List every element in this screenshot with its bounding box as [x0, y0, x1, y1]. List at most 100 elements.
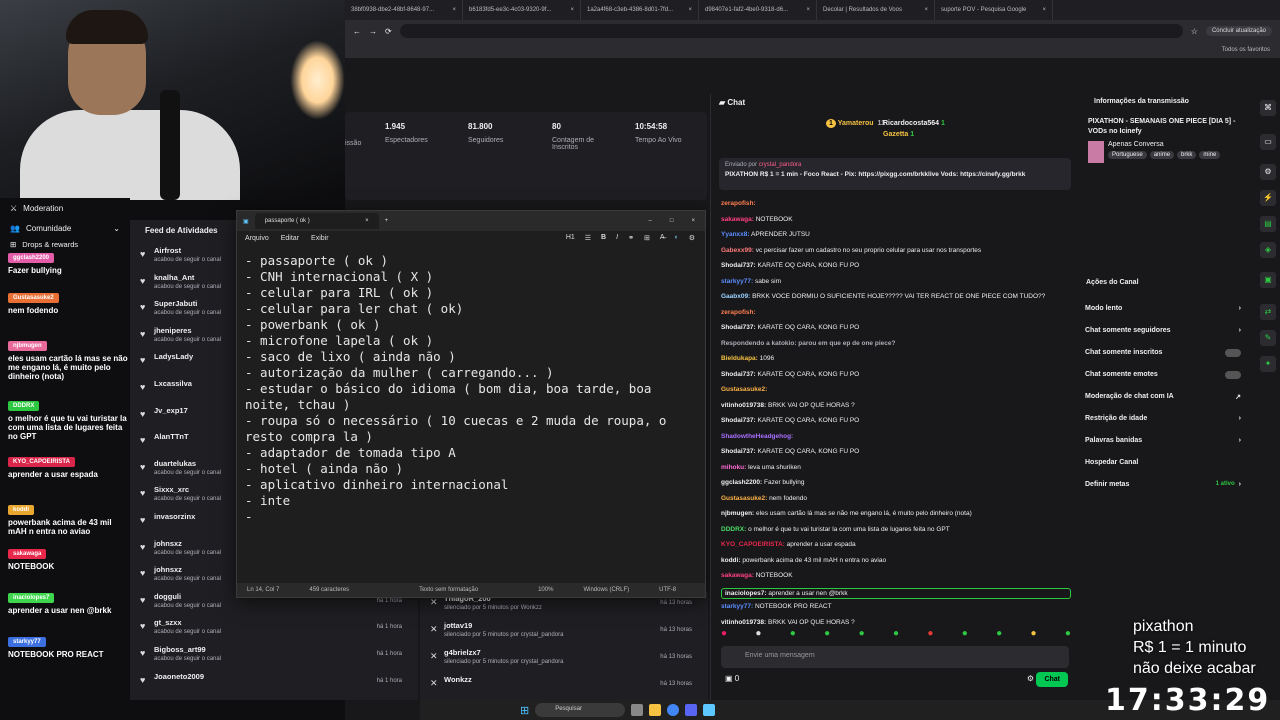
sidebar-btn-9[interactable]: ✎ [1260, 330, 1276, 346]
channel-action[interactable]: Moderação de chat com IA ↗ [1085, 393, 1241, 401]
browser-tab[interactable]: Decolar | Resultados de Voos × [817, 0, 935, 20]
chat-username[interactable]: starkyy77: [721, 603, 753, 610]
chat-message[interactable]: mihoku: leva uma shuriken [721, 464, 1071, 471]
back-icon[interactable]: ← [353, 27, 361, 36]
chat-message[interactable]: Gabexx99: vc percisar fazer um cadastro … [721, 247, 1071, 254]
bold-icon[interactable]: B [601, 234, 606, 242]
chat-message[interactable]: vitinho019738: BRKK VAI OP QUE HORAS ? [721, 402, 1071, 409]
chat-message[interactable]: zerapofish: [721, 200, 1071, 207]
update-button[interactable]: Concluir atualização [1205, 26, 1272, 36]
channel-action[interactable]: Chat somente seguidores › [1085, 327, 1241, 334]
emote-icon[interactable]: ● [893, 628, 899, 639]
sidebar-btn-2[interactable]: ▭ [1260, 134, 1276, 150]
chat-username[interactable]: sakawaga: [721, 216, 754, 223]
sidebar-btn-1[interactable]: ⌘ [1260, 100, 1276, 116]
chat-settings-icon[interactable]: ⚙ [1027, 674, 1034, 683]
chat-username[interactable]: vitinho019738: [721, 619, 766, 626]
close-tab-icon[interactable]: × [452, 7, 456, 13]
notepad-taskbar-icon[interactable] [703, 704, 716, 716]
chat-message[interactable]: Yyanxx8: APRENDER JUTSU [721, 231, 1071, 238]
link-icon[interactable]: ⚭ [628, 234, 634, 242]
chat-username[interactable]: DDDRX: [721, 526, 746, 533]
chat-username[interactable]: inaciolopes7: [725, 590, 767, 597]
browser-tab[interactable]: b6183fd5-ee3c-4c03-9320-9f... × [463, 0, 581, 20]
close-tab-icon[interactable]: × [570, 7, 574, 13]
taskbar-search[interactable]: Pesquisar [535, 703, 626, 717]
mod-feed-item[interactable]: ✕ jottav19 silenciado por 5 minutos por cr… [430, 621, 700, 647]
star-icon[interactable]: ☆ [1191, 27, 1198, 36]
channel-action[interactable]: Definir metas 1 ativo › [1085, 481, 1241, 488]
url-field[interactable] [399, 24, 1183, 38]
feed-item[interactable]: ♥ Joaoneto2009 há 1 hora [140, 672, 410, 698]
emote-icon[interactable]: ● [1065, 628, 1071, 639]
chat-message[interactable]: Respondendo a katokio: parou em que ep d… [721, 340, 1071, 347]
sidebar-btn-10[interactable]: ✦ [1260, 356, 1276, 372]
chat-username[interactable]: Gustasasuke2: [721, 495, 767, 502]
chat-username[interactable]: ggclash2200: [721, 479, 762, 486]
emote-icon[interactable]: ● [962, 628, 968, 639]
nav-community[interactable]: 👥 Comunidade ⌄ [0, 218, 130, 238]
favorites-label[interactable]: Todos os favoritos [1222, 47, 1270, 53]
notepad-text[interactable]: - passaporte ( ok ) - CNH internacional … [237, 245, 705, 533]
list-icon[interactable]: ☰ [585, 234, 591, 242]
sidebar-btn-6[interactable]: ◈ [1260, 242, 1276, 258]
chat-message[interactable]: inaciolopes7: aprender a usar nen @brkk [721, 587, 1071, 599]
chat-username[interactable]: Gustasasuke2: [721, 386, 767, 393]
mod-feed-item[interactable]: ✕ g4brielzx7 silenciado por 5 minutos por … [430, 648, 700, 674]
chat-username[interactable]: Bieldukapa: [721, 355, 758, 362]
mod-feed-item[interactable]: ✕ Wonkzz há 13 horas [430, 675, 700, 701]
chat-username[interactable]: koddi: [721, 557, 741, 564]
chat-username[interactable]: Shodai737: [721, 324, 756, 331]
maximize-icon[interactable]: □ [670, 218, 674, 224]
channel-action[interactable]: Palavras banidas › [1085, 437, 1241, 444]
chat-message[interactable]: Gaabx09: BRKK VOCE DORMIU O SUFICIENTE H… [721, 293, 1071, 300]
discord-icon[interactable] [685, 704, 698, 716]
stream-tag[interactable]: mine [1199, 151, 1221, 159]
chat-username[interactable]: mihoku: [721, 464, 746, 471]
channel-action[interactable]: Restrição de idade › [1085, 415, 1241, 422]
chat-username[interactable]: Shodai737: [721, 448, 756, 455]
sidebar-btn-8[interactable]: ⇄ [1260, 304, 1276, 320]
chat-message[interactable]: Shodai737: KARATÊ OQ CARA, KONG FU PÔ [721, 448, 1071, 455]
emote-icon[interactable]: ● [996, 628, 1002, 639]
menu-editar[interactable]: Editar [281, 235, 299, 242]
emote-icon[interactable]: ● [859, 628, 865, 639]
new-tab-icon[interactable]: + [385, 218, 389, 224]
menu-exibir[interactable]: Exibir [311, 235, 329, 242]
chat-message[interactable]: Shodai737: KARATÊ OQ CARA, KONG FU PÔ [721, 262, 1071, 269]
chat-message[interactable]: Shodai737: KARATÊ OQ CARA, KONG FU PÔ [721, 417, 1071, 424]
stream-tag[interactable]: brkk [1177, 151, 1197, 159]
chat-username[interactable]: KYO_CAPOEIRISTA: [721, 541, 785, 548]
close-tab-icon[interactable]: × [1042, 7, 1046, 13]
chat-input[interactable]: Envie uma mensagem [721, 646, 1069, 668]
chat-send-button[interactable]: Chat [1036, 672, 1068, 687]
chat-username[interactable]: vitinho019738: [721, 402, 766, 409]
italic-icon[interactable]: I [616, 234, 618, 242]
close-icon[interactable]: × [691, 218, 695, 224]
chrome-icon[interactable] [667, 704, 680, 716]
chat-username[interactable]: zerapofish: [721, 309, 756, 316]
chat-message[interactable]: KYO_CAPOEIRISTA: aprender a usar espada [721, 541, 1071, 548]
chat-message[interactable]: Gustasasuke2: [721, 386, 1071, 393]
chat-message[interactable]: sakawaga: NOTEBOOK [721, 572, 1071, 579]
chat-username[interactable]: Yyanxx8: [721, 231, 750, 238]
chat-username[interactable]: starkyy77: [721, 278, 753, 285]
channel-action[interactable]: Chat somente emotes [1085, 371, 1241, 379]
toggle-switch[interactable] [1225, 371, 1241, 379]
chat-message[interactable]: starkyy77: sabe sim [721, 278, 1071, 285]
emote-icon[interactable]: ● [1031, 628, 1037, 639]
stream-tag[interactable]: Portuguese [1108, 151, 1147, 159]
emote-icon[interactable]: ● [824, 628, 830, 639]
file-explorer-icon[interactable] [649, 704, 662, 716]
close-tab-icon[interactable]: × [688, 7, 692, 13]
channel-points[interactable]: ▣ 0 [725, 674, 739, 683]
emote-icon[interactable]: ● [721, 628, 727, 639]
chat-username[interactable]: Shodai737: [721, 417, 756, 424]
feed-item[interactable]: ♥ gt_szxx acabou de seguir o canal há 1 hor… [140, 618, 410, 644]
notepad-tab[interactable]: passaporte ( ok ) × [254, 213, 379, 229]
browser-tab[interactable]: suporte POV - Pesquisa Google × [935, 0, 1053, 20]
close-tab-icon[interactable]: × [806, 7, 810, 13]
sidebar-btn-5[interactable]: ▤ [1260, 216, 1276, 232]
chat-message[interactable]: Shodai737: KARATÊ OQ CARA, KONG FU PÔ [721, 324, 1071, 331]
sidebar-btn-7[interactable]: ▣ [1260, 272, 1276, 288]
